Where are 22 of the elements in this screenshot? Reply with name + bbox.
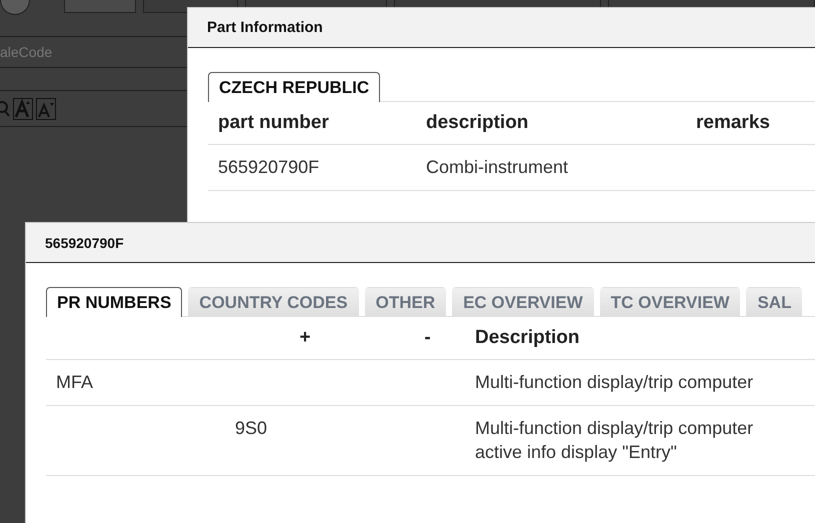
- dialog-title: Part Information: [207, 19, 323, 36]
- column-header: part number: [208, 102, 416, 145]
- table-cell: 9S0: [220, 406, 390, 476]
- column-header: -: [390, 317, 465, 360]
- tab[interactable]: COUNTRY CODES: [188, 287, 359, 317]
- search-field[interactable]: aleCode: [0, 44, 150, 60]
- tab[interactable]: TC OVERVIEW: [600, 287, 740, 317]
- tab[interactable]: SAL: [746, 287, 802, 317]
- column-header: description: [416, 102, 686, 145]
- column-header: +: [220, 317, 390, 360]
- table-cell: MFA: [46, 360, 220, 406]
- tab[interactable]: OTHER: [364, 287, 446, 317]
- column-header: Description: [465, 317, 815, 360]
- table-cell: 565920790F: [208, 145, 416, 192]
- table-cell: Combi-instrument: [416, 145, 686, 192]
- column-header: remarks: [686, 102, 815, 145]
- tab[interactable]: PR NUMBERS: [46, 287, 182, 317]
- table-cell: Multi-function display/trip computer active info display "Entry": [465, 406, 815, 476]
- dialog-title: 565920790F: [45, 234, 124, 250]
- tab[interactable]: CZECH REPUBLIC: [208, 72, 380, 102]
- tab[interactable]: EC OVERVIEW: [452, 287, 594, 317]
- table-cell: Multi-function display/trip computer: [465, 360, 815, 406]
